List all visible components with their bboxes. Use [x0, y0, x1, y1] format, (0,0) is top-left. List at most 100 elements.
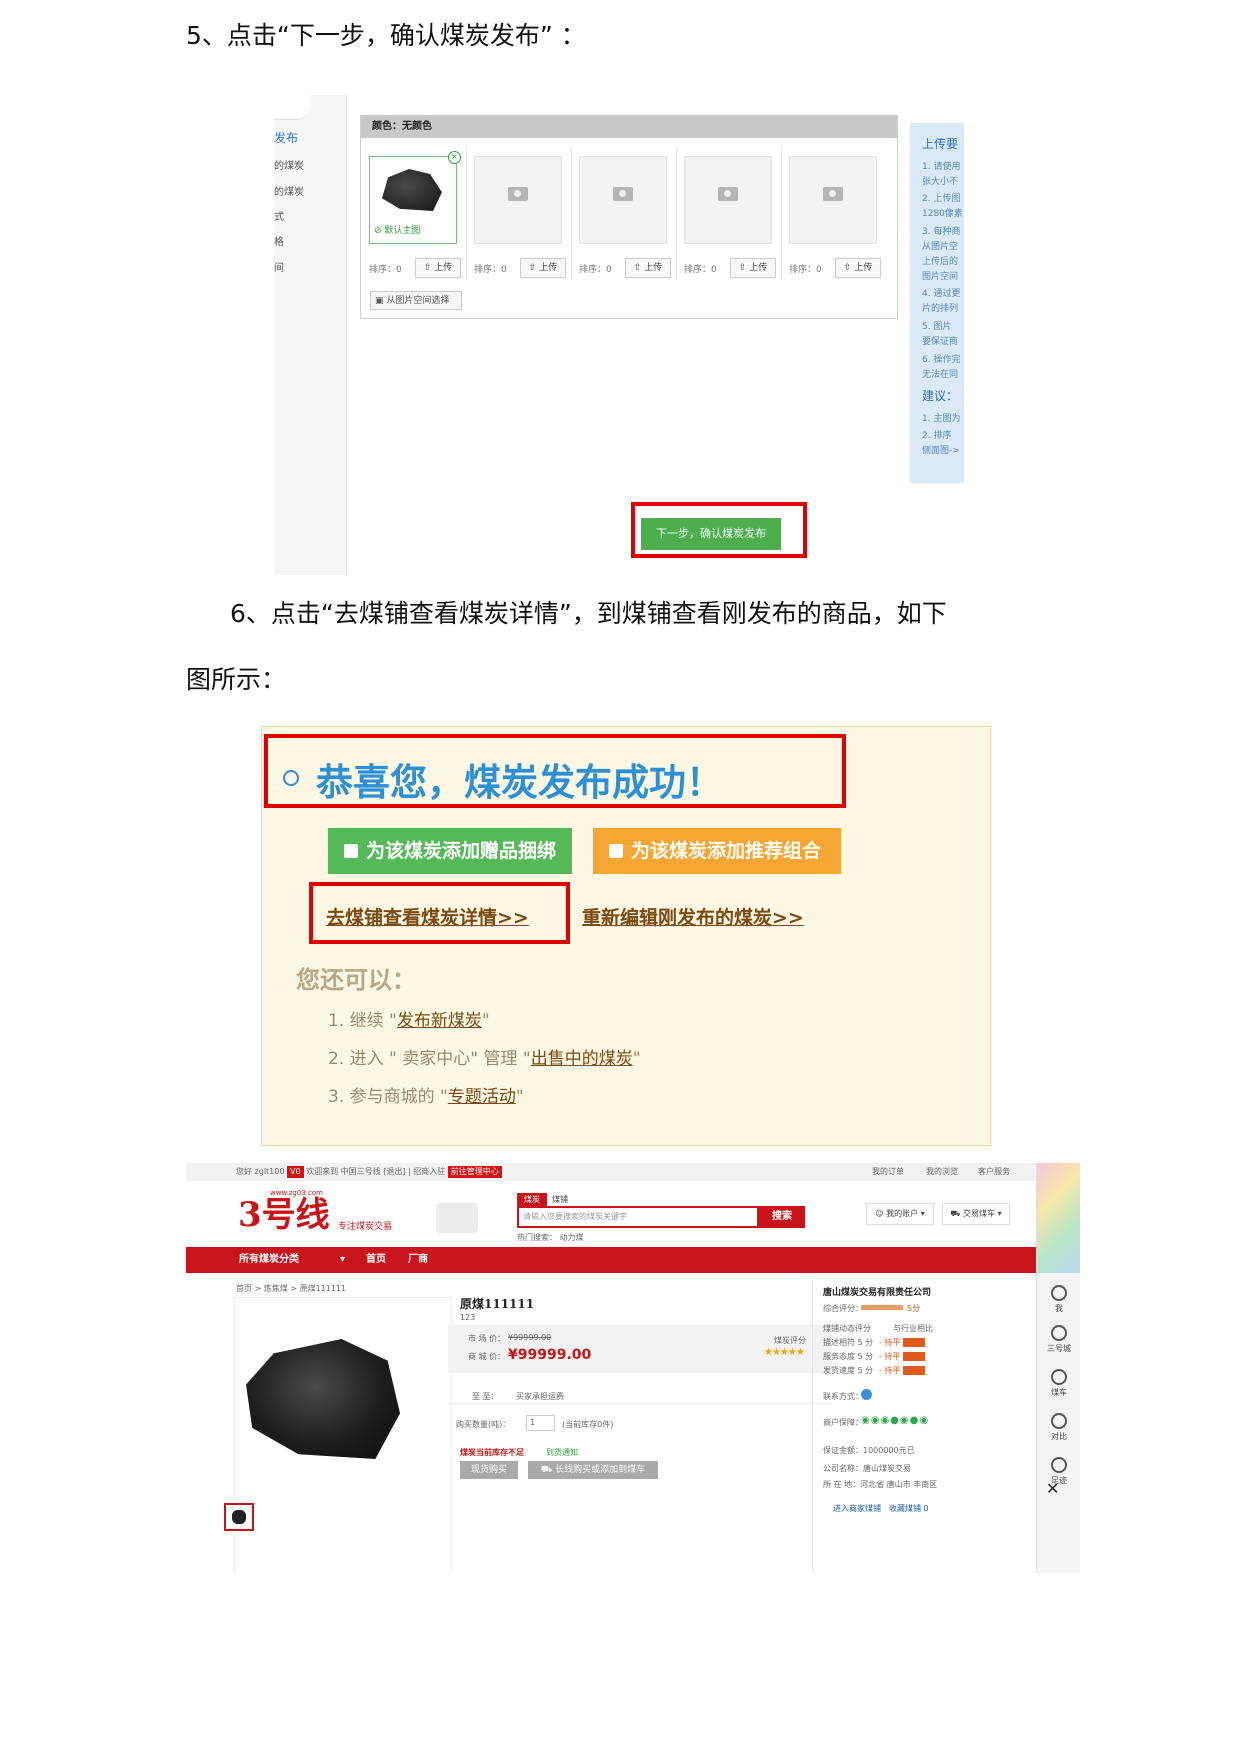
sidebar-item-me[interactable]: 我: [1043, 1285, 1075, 1314]
main-nav: 所有煤炭分类 ▾ 首页 厂商: [186, 1247, 1036, 1273]
check-icon: ⊘: [374, 226, 382, 236]
gift-icon: [344, 844, 358, 858]
product-subtitle: 123: [460, 1313, 476, 1322]
score-trend: - 持平: [879, 1365, 925, 1376]
nav-factory[interactable]: 厂商: [408, 1247, 428, 1273]
nav-home[interactable]: 首页: [366, 1247, 386, 1273]
special-event-link[interactable]: 专题活动: [448, 1087, 516, 1107]
upload-tips-panel: 上传要 1. 请使用 张大小不 2. 上传图 1280像素 3. 每种商 从图片…: [910, 123, 964, 483]
customer-service-link[interactable]: 客户服务: [978, 1163, 1010, 1181]
all-categories-menu[interactable]: 所有煤炭分类: [239, 1247, 299, 1273]
advice-line: 1. 主图为: [922, 414, 961, 424]
price-area: 市 场 价： ¥99999.00 商 城 价： ¥99999.00 煤炭评分 ★…: [448, 1325, 832, 1373]
tip-line: 图片空间: [922, 272, 959, 282]
select-from-space-button[interactable]: ▣ 从图片空间选择: [370, 291, 462, 310]
seller-center-link[interactable]: 前往管理中心: [447, 1166, 502, 1178]
tip-line: 上传后的: [922, 257, 959, 267]
search-tab-coal[interactable]: 煤炭: [517, 1193, 547, 1206]
trend-bar: [902, 1352, 925, 1361]
next-confirm-publish-button[interactable]: 下一步，确认煤炭发布: [641, 518, 781, 550]
left-menu-item[interactable]: 的煤炭: [274, 183, 304, 198]
rating-label: 煤炭评分: [774, 1336, 806, 1345]
sidebar-item-compare[interactable]: 对比: [1043, 1413, 1075, 1442]
user-icon: [1051, 1285, 1067, 1301]
close-icon[interactable]: ✕: [1046, 1479, 1059, 1498]
deposit: 保证金额：1000000元已: [823, 1446, 915, 1455]
empty-image-thumb[interactable]: [579, 156, 667, 244]
view-shop-detail-link[interactable]: 去煤铺查看煤炭详情>>: [326, 903, 529, 930]
advice-line: 侧面图->: [922, 446, 960, 456]
also-can-title: 您还可以：: [296, 966, 416, 994]
trend-bar: [902, 1338, 925, 1347]
qq-icon[interactable]: [861, 1389, 872, 1400]
image-slot: 排序：0 ⇧ 上传: [676, 146, 782, 280]
option-item: 2. 进入 " 卖家中心" 管理 "出售中的煤炭": [328, 1049, 641, 1069]
option-item: 3. 参与商城的 "专题活动": [328, 1087, 524, 1107]
step6-instruction: 6、点击“去煤铺查看煤炭详情”，到煤铺查看刚发布的商品，如下: [230, 599, 947, 628]
thumbnail[interactable]: [224, 1503, 254, 1531]
left-menu-item[interactable]: 式: [274, 208, 284, 223]
add-recommend-combo-button[interactable]: 为该煤炭添加推荐组合: [593, 828, 841, 874]
panel-title: 颜色：无颜色: [361, 116, 897, 138]
camera-icon: [718, 187, 738, 201]
on-sale-coal-link[interactable]: 出售中的煤炭: [531, 1049, 633, 1069]
camera-icon: [508, 187, 528, 201]
trend-bar: [902, 1366, 925, 1375]
vip-badge: V0: [287, 1166, 304, 1178]
my-orders-link[interactable]: 我的订单: [872, 1163, 904, 1181]
search-button[interactable]: 搜索: [759, 1206, 805, 1228]
upload-icon: ⇧: [738, 263, 747, 273]
main-image-thumb[interactable]: ⊘ 默认主图 ×: [369, 151, 461, 244]
rating-stars: ★★★★★: [764, 1347, 805, 1358]
buy-now-button[interactable]: 现货购买: [460, 1461, 518, 1479]
sort-label: 排序：0: [579, 265, 612, 275]
search-tab-shop[interactable]: 煤铺: [552, 1193, 568, 1206]
arrival-notice-link[interactable]: 到货通知: [546, 1447, 578, 1458]
company-name: 公司名称：唐山煤炭交易: [823, 1464, 911, 1473]
market-price: ¥99999.00: [508, 1333, 552, 1342]
stock-note: (当前库存0件): [562, 1420, 614, 1429]
score-item: 描述相符 5 分: [823, 1338, 874, 1347]
empty-image-thumb[interactable]: [474, 156, 562, 244]
score-item: 服务态度 5 分: [823, 1352, 874, 1361]
cart-icon: ⛟: [950, 1209, 961, 1218]
my-account-button[interactable]: ☺ 我的账户 ▾: [866, 1203, 934, 1225]
quantity-input[interactable]: 1: [526, 1415, 555, 1431]
default-main-label: 默认主图: [384, 226, 421, 236]
enter-shop-link[interactable]: 进入商家煤铺: [833, 1503, 881, 1514]
add-to-cart-button[interactable]: ⛟ 长线购买或添加到煤车: [528, 1461, 658, 1479]
tip-line: 从图片空: [922, 242, 959, 252]
hot-search: 热门搜索： 动力煤: [517, 1233, 584, 1242]
publish-new-coal-link[interactable]: 发布新煤炭: [397, 1011, 482, 1031]
search-input[interactable]: 请输入您要搜索的煤炭关键字: [517, 1206, 759, 1228]
compare-label: 与行业相比: [893, 1324, 933, 1333]
upload-button[interactable]: ⇧ 上传: [415, 258, 461, 278]
add-gift-bundle-button[interactable]: 为该煤炭添加赠品捆绑: [328, 828, 572, 874]
upload-button[interactable]: ⇧ 上传: [835, 258, 881, 278]
upload-button[interactable]: ⇧ 上传: [520, 258, 566, 278]
shop-name: 唐山煤炭交易有限责任公司: [823, 1288, 932, 1298]
upload-icon: ⇧: [528, 263, 537, 273]
tip-line: 张大小不: [922, 177, 959, 187]
empty-image-thumb[interactable]: [684, 156, 772, 244]
sidebar-item-city[interactable]: 三号城: [1043, 1325, 1075, 1354]
trade-cart-button[interactable]: ⛟ 交易煤车 ▾: [942, 1203, 1010, 1225]
image-icon: ▣: [375, 296, 384, 306]
slogan: 专注煤炭交易: [338, 1222, 393, 1232]
cart-icon: ⛟: [540, 1465, 553, 1475]
my-browse-link[interactable]: 我的浏览: [926, 1163, 958, 1181]
re-edit-link[interactable]: 重新编辑刚发布的煤炭>>: [582, 903, 804, 930]
contact-label: 联系方式：: [823, 1392, 863, 1401]
left-menu-item[interactable]: 发布: [274, 129, 298, 146]
upload-button[interactable]: ⇧ 上传: [730, 258, 776, 278]
close-icon[interactable]: ×: [448, 151, 461, 164]
guarantee-label: 商户保障：: [823, 1418, 863, 1427]
empty-image-thumb[interactable]: [789, 156, 877, 244]
upload-button[interactable]: ⇧ 上传: [625, 258, 671, 278]
left-menu-item[interactable]: 的煤炭: [274, 157, 304, 172]
sidebar-item-cart[interactable]: 煤车: [1043, 1369, 1075, 1398]
image-slot: ⊘ 默认主图 × 排序：0 ⇧ 上传: [361, 146, 467, 280]
left-menu-item[interactable]: 间: [274, 259, 284, 274]
favorite-shop-link[interactable]: 收藏煤铺 0: [889, 1503, 929, 1514]
left-menu-item[interactable]: 格: [274, 233, 284, 248]
